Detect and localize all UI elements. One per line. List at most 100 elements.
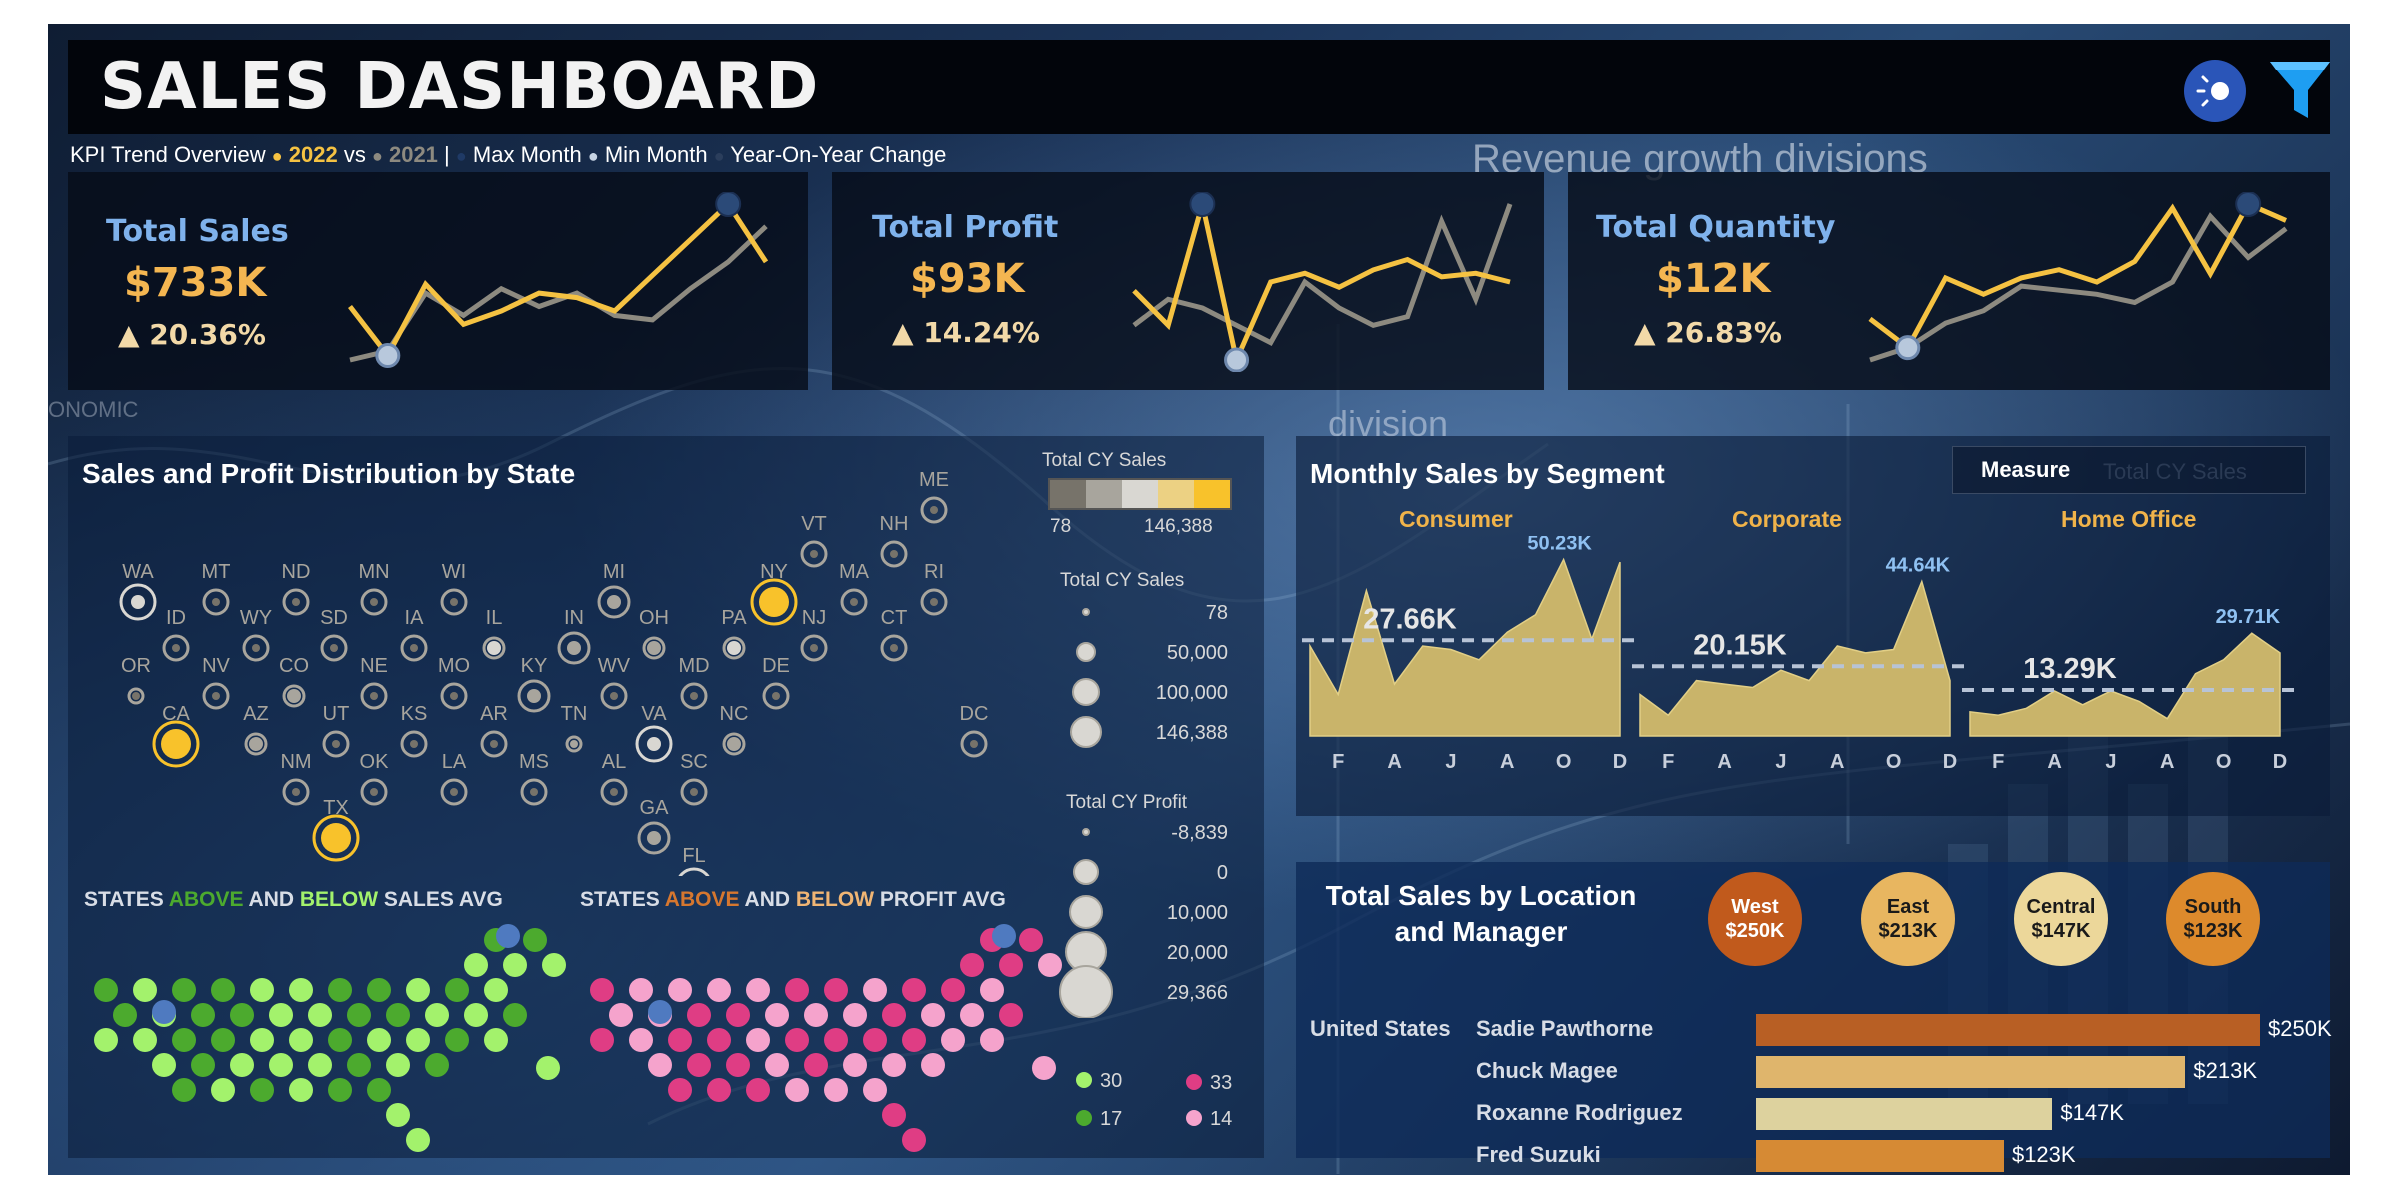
hex-state-dot — [367, 978, 391, 1002]
state-dot-WA — [131, 595, 145, 609]
hex-state-dot-maine — [496, 924, 520, 948]
manager-bar[interactable] — [1756, 1140, 2004, 1172]
hex-state-dot — [172, 1078, 196, 1102]
hex-state-dot — [882, 1053, 906, 1077]
hex-state-dot — [328, 978, 352, 1002]
month-tick: J — [1445, 751, 1456, 773]
hex-state-dot — [785, 978, 809, 1002]
dot-min-icon: ● — [587, 146, 599, 166]
month-tick: F — [1992, 751, 2004, 773]
state-dot-OH — [647, 641, 661, 655]
region-badge-west[interactable]: West $250K — [1708, 872, 1802, 966]
state-dot-MS — [530, 788, 538, 796]
hex-state-dot — [921, 1053, 945, 1077]
sales-count-1: 17 — [1100, 1108, 1122, 1130]
hex-state-dot-maine — [992, 924, 1016, 948]
hex-state-dot — [386, 1103, 410, 1127]
legend-year-previous: 2021 — [388, 142, 438, 167]
theme-toggle-icon[interactable] — [2182, 58, 2248, 124]
hex-state-dot — [542, 953, 566, 977]
state-dot-GA — [647, 831, 661, 845]
legend-vs: vs — [343, 142, 366, 167]
kpi-change: ▲ 14.24% — [892, 316, 1040, 349]
region-badge-south[interactable]: South $123K — [2166, 872, 2260, 966]
state-dot-MN — [370, 598, 378, 606]
size-legend-sales-label: 146,388 — [1156, 722, 1228, 744]
hex-state-dot — [960, 1003, 984, 1027]
segment-area-0 — [1309, 557, 1621, 737]
state-label-OK: OK — [360, 751, 390, 773]
state-label-CT: CT — [881, 607, 908, 629]
size-legend-sales-label: 100,000 — [1156, 682, 1228, 704]
kpi-card-profit[interactable]: Total Profit $93K ▲ 14.24% — [832, 172, 1544, 390]
region-name: Central — [2026, 896, 2096, 918]
color-ramp-step — [1050, 480, 1086, 508]
profit-sparkline — [1132, 192, 1513, 372]
manager-bar[interactable] — [1756, 1098, 2053, 1130]
title-below: BELOW — [795, 888, 875, 911]
hex-state-dot — [843, 1053, 867, 1077]
kpi-card-sales[interactable]: Total Sales $733K ▲ 20.36% — [68, 172, 808, 390]
hex-state-dot — [211, 1078, 235, 1102]
hex-state-dot — [785, 1078, 809, 1102]
hex-state-dot — [843, 1003, 867, 1027]
manager-value: $250K — [2268, 1016, 2332, 1041]
hex-state-dot — [445, 1028, 469, 1052]
state-distribution-panel: Sales and Profit Distribution by State W… — [68, 436, 1264, 1158]
state-label-TX: TX — [323, 797, 349, 819]
bg-text-onomic: ONOMIC — [48, 397, 139, 422]
state-label-IA: IA — [405, 607, 425, 629]
state-label-TN: TN — [561, 703, 588, 725]
month-tick: A — [1387, 751, 1401, 773]
state-label-KS: KS — [401, 703, 428, 725]
state-label-WI: WI — [442, 561, 466, 583]
month-tick: A — [1500, 751, 1514, 773]
state-dot-NC — [727, 737, 741, 751]
region-value: $250K — [1725, 920, 1785, 942]
hex-state-dot — [269, 1053, 293, 1077]
hex-state-dot — [503, 1003, 527, 1027]
state-dot-OK — [370, 788, 378, 796]
region-badge-east[interactable]: East $213K — [1861, 872, 1955, 966]
state-dot-NE — [370, 692, 378, 700]
kpi-card-quantity[interactable]: Total Quantity $12K ▲ 26.83% — [1568, 172, 2330, 390]
month-tick: A — [1717, 751, 1731, 773]
page-title: SALES DASHBOARD — [100, 50, 820, 124]
series-2022-line — [1132, 203, 1511, 369]
sales-avg-title: STATES ABOVE AND BELOW SALES AVG — [84, 888, 503, 912]
kpi-value: $12K — [1656, 256, 1771, 302]
min-month-point — [1895, 335, 1921, 361]
hex-state-dot — [464, 1003, 488, 1027]
state-label-LA: LA — [442, 751, 467, 773]
segment-title: Monthly Sales by Segment — [1310, 458, 1665, 489]
state-label-MS: MS — [519, 751, 549, 773]
region-badge-central[interactable]: Central $147K — [2014, 872, 2108, 966]
profit-avg-hexmap[interactable] — [574, 916, 1064, 1156]
state-dot-MO — [450, 692, 458, 700]
hex-state-dot — [367, 1028, 391, 1052]
color-ramp-step — [1194, 480, 1230, 508]
manager-value: $213K — [2193, 1058, 2258, 1083]
hex-state-dot — [746, 978, 770, 1002]
state-label-NE: NE — [360, 655, 388, 677]
sales-above-dot-icon — [1076, 1072, 1092, 1088]
state-tile-map[interactable]: WA MT ND MN WI MI NY VT NH ME MA RI CT NJ PA OH IN IL IA SD… — [68, 436, 1028, 876]
hex-state-dot — [629, 1028, 653, 1052]
sales-avg-hexmap[interactable] — [78, 916, 568, 1156]
hex-state-dot — [484, 1028, 508, 1052]
manager-bar[interactable] — [1756, 1056, 2186, 1088]
manager-name: Fred Suzuki — [1476, 1142, 1601, 1167]
filter-icon[interactable] — [2268, 56, 2332, 122]
hex-state-dot — [980, 1028, 1004, 1052]
size-legend-profit-label: 0 — [1217, 862, 1228, 884]
manager-bar[interactable] — [1756, 1014, 2260, 1046]
state-dot-MA — [850, 598, 858, 606]
location-panel: Total Sales by Location and Manager West… — [1296, 862, 2332, 1172]
hex-state-dot — [668, 1028, 692, 1052]
hex-state-dot — [328, 1028, 352, 1052]
state-dot-ID — [172, 644, 180, 652]
hex-state-dot — [230, 1053, 254, 1077]
state-dot-KY — [527, 689, 541, 703]
measure-selector[interactable]: Measure Total CY Sales — [1952, 446, 2306, 494]
min-month-point — [1224, 347, 1250, 372]
